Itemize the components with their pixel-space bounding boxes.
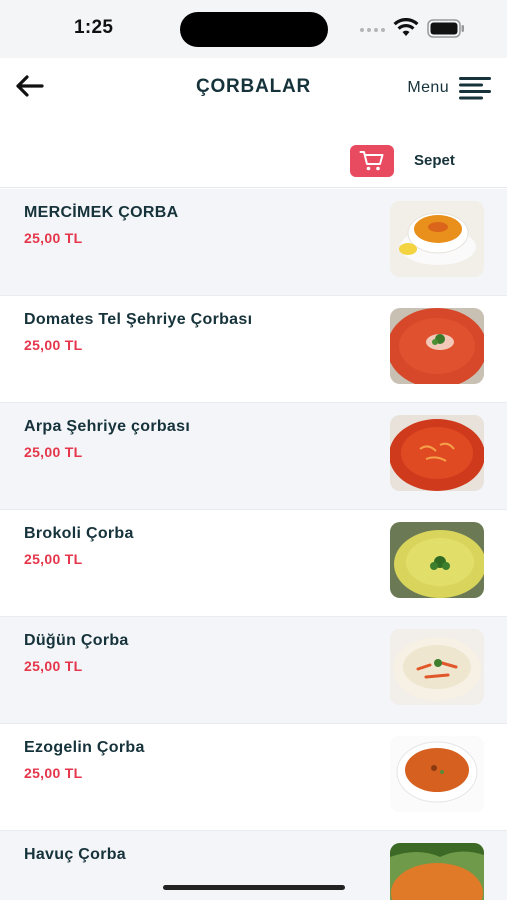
item-name: Düğün Çorba [24,632,129,649]
status-time: 1:25 [74,17,114,38]
list-item[interactable]: Arpa Şehriye çorbası 25,00 TL [0,403,507,510]
dynamic-island [180,12,328,47]
list-item[interactable]: Düğün Çorba 25,00 TL [0,617,507,724]
item-name: Ezogelin Çorba [24,739,145,756]
carrot-soup-photo [390,843,484,900]
item-price: 25,00 TL [24,337,83,353]
signal-icon [360,28,385,32]
list-item[interactable]: Domates Tel Şehriye Çorbası 25,00 TL [0,296,507,403]
item-name: Arpa Şehriye çorbası [24,418,191,435]
shopping-cart-icon [359,151,384,171]
battery-icon [427,19,464,38]
hamburger-menu-icon [459,77,491,100]
tomato-soup-photo [390,308,484,384]
list-item[interactable]: Ezogelin Çorba 25,00 TL [0,724,507,831]
item-price: 25,00 TL [24,551,83,567]
ezogelin-soup-photo [390,736,484,812]
item-price: 25,00 TL [24,444,83,460]
orzo-soup-photo [390,415,484,491]
home-indicator[interactable] [163,885,345,890]
lentil-soup-photo [390,201,484,277]
broccoli-soup-photo [390,522,484,598]
wedding-soup-photo [390,629,484,705]
list-item[interactable]: Brokoli Çorba 25,00 TL [0,510,507,617]
item-price: 25,00 TL [24,230,83,246]
wifi-icon [393,18,419,36]
item-price: 25,00 TL [24,765,83,781]
soup-list: MERCİMEK ÇORBA 25,00 TL Domates Tel Şehr… [0,189,507,900]
list-item[interactable]: MERCİMEK ÇORBA 25,00 TL [0,189,507,296]
menu-button[interactable]: Menu [407,76,493,100]
menu-label: Menu [407,79,449,96]
status-bar: 1:25 [0,0,507,58]
item-name: Havuç Çorba [24,846,126,863]
item-name: MERCİMEK ÇORBA [24,204,179,221]
item-name: Domates Tel Şehriye Çorbası [24,311,253,328]
item-name: Brokoli Çorba [24,525,134,542]
app-header: ÇORBALAR Menu [0,58,507,128]
cart-button[interactable] [350,145,394,177]
item-price: 25,00 TL [24,658,83,674]
cart-bar: Sepet [0,128,507,188]
cart-label[interactable]: Sepet [414,152,455,169]
